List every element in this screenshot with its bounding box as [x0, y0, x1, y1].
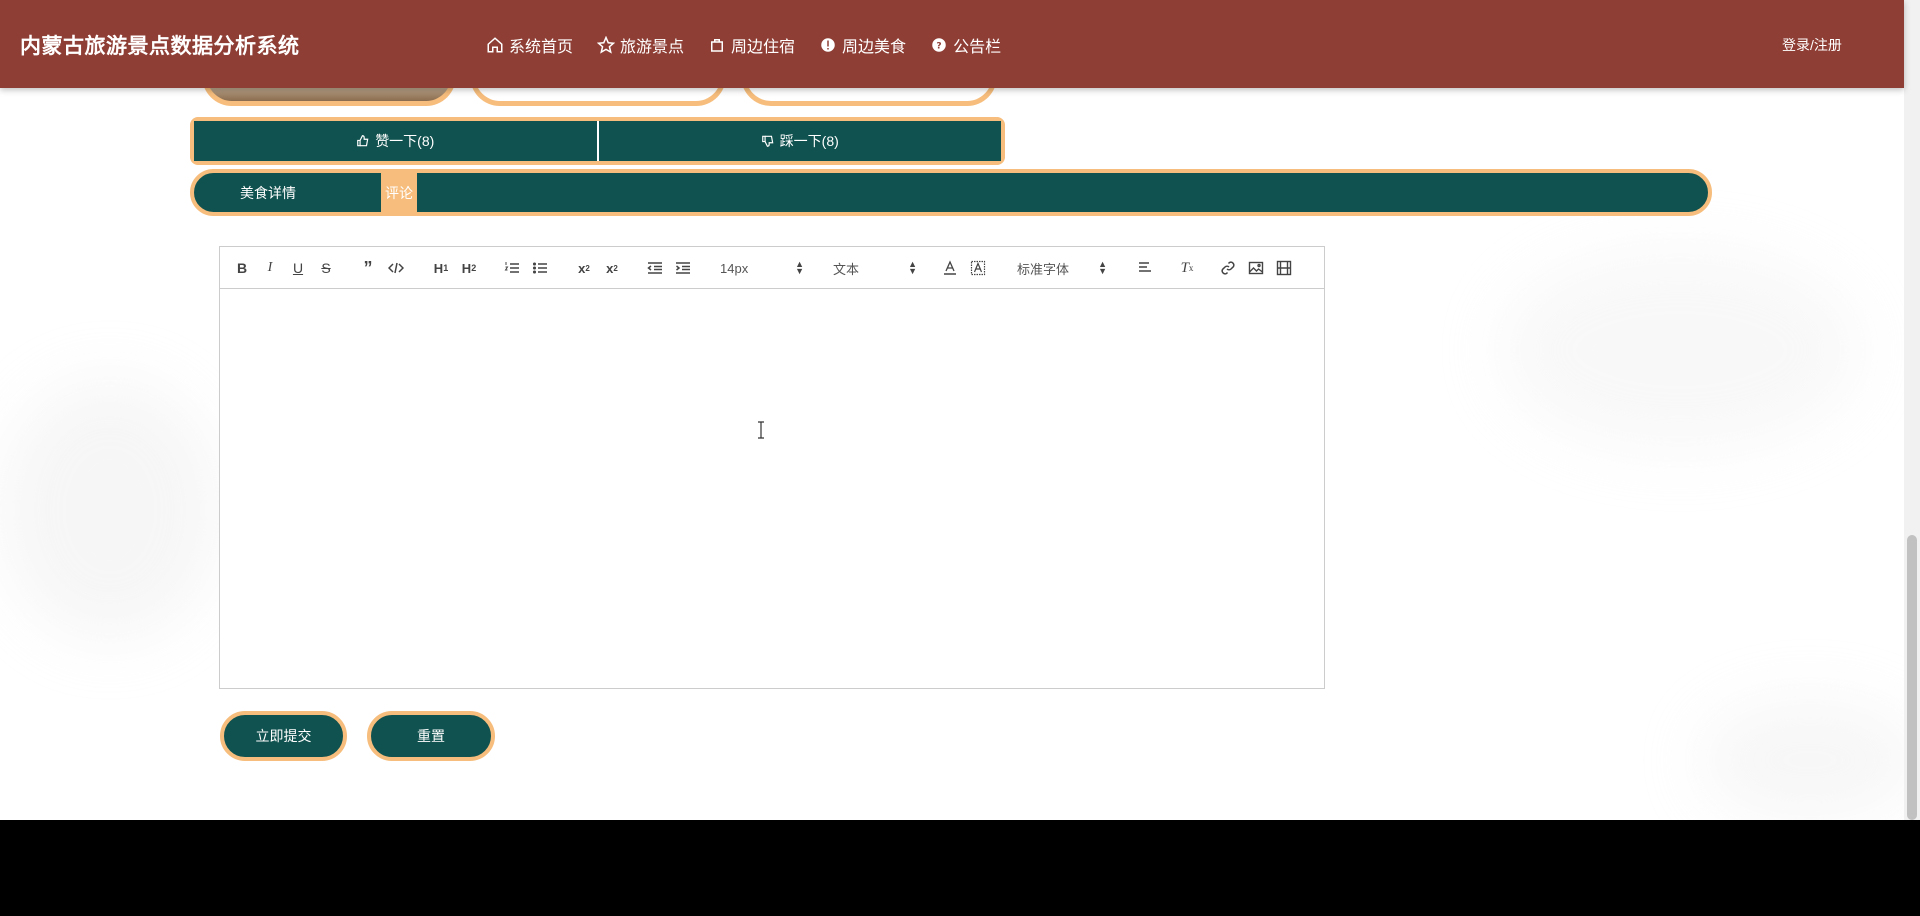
- font-size-select[interactable]: 14px ▲ ▼: [720, 259, 804, 277]
- font-family-value: 标准字体: [1017, 261, 1070, 277]
- detail-tab-bar: 美食详情 评论: [190, 169, 1712, 216]
- select-arrows-icon: ▲ ▼: [795, 259, 804, 276]
- thumbs-up-icon: [356, 134, 370, 148]
- code-block-icon[interactable]: [388, 259, 404, 277]
- header-1-icon[interactable]: H1: [431, 259, 451, 277]
- tab-food-details[interactable]: 美食详情: [240, 173, 380, 212]
- tab-comments[interactable]: 评论: [381, 173, 417, 212]
- top-navbar: 内蒙古旅游景点数据分析系统 系统首页 旅游景点 周边住宿 周边美食 ? 公告栏 …: [0, 0, 1904, 88]
- text-type-value: 文本: [833, 261, 860, 277]
- background-color-icon[interactable]: [970, 259, 986, 277]
- font-color-icon[interactable]: [942, 259, 958, 277]
- editor-content-area[interactable]: [220, 289, 1324, 689]
- outdent-icon[interactable]: [646, 259, 664, 277]
- underline-icon[interactable]: U: [290, 259, 306, 277]
- like-label: 赞一下(8): [375, 133, 435, 149]
- select-arrows-icon: ▲ ▼: [1098, 259, 1107, 276]
- vote-bar: 赞一下(8) 踩一下(8): [190, 117, 1005, 165]
- comment-editor: B I U S ” H1 H2 x2 x2 14px ▲ ▼ 文本 ▲ ▼ 标准…: [219, 246, 1325, 689]
- link-icon[interactable]: [1220, 259, 1236, 277]
- nav-label-home: 系统首页: [509, 39, 574, 56]
- login-register-link[interactable]: 登录/注册: [1782, 35, 1842, 55]
- superscript-icon[interactable]: x2: [602, 259, 622, 277]
- svg-text:?: ?: [936, 41, 941, 51]
- indent-icon[interactable]: [674, 259, 692, 277]
- submit-button[interactable]: 立即提交: [220, 711, 347, 761]
- scrollbar-thumb[interactable]: [1907, 535, 1917, 820]
- text-cursor-icon: [758, 421, 764, 439]
- italic-icon[interactable]: I: [262, 259, 278, 277]
- editor-toolbar: B I U S ” H1 H2 x2 x2 14px ▲ ▼ 文本 ▲ ▼ 标准…: [220, 247, 1324, 289]
- text-type-select[interactable]: 文本 ▲ ▼: [833, 259, 917, 277]
- align-icon[interactable]: [1137, 259, 1153, 277]
- like-button[interactable]: 赞一下(8): [194, 121, 597, 161]
- nav-label-attractions: 旅游景点: [620, 39, 685, 56]
- home-icon: [486, 36, 504, 54]
- nav-item-food[interactable]: 周边美食: [819, 33, 906, 57]
- nav-item-home[interactable]: 系统首页: [486, 33, 573, 57]
- reset-button[interactable]: 重置: [367, 711, 495, 761]
- bullet-list-icon[interactable]: [531, 259, 549, 277]
- nav-item-notice[interactable]: ? 公告栏: [930, 33, 1001, 57]
- clean-format-icon[interactable]: Tx: [1178, 259, 1196, 277]
- nav-item-attractions[interactable]: 旅游景点: [596, 33, 685, 57]
- page-scrollbar[interactable]: [1904, 0, 1920, 820]
- dislike-button[interactable]: 踩一下(8): [596, 121, 1001, 161]
- main-nav: 系统首页 旅游景点 周边住宿 周边美食 ? 公告栏: [486, 33, 1025, 57]
- font-family-select[interactable]: 标准字体 ▲ ▼: [1017, 259, 1107, 277]
- strike-icon[interactable]: S: [318, 259, 334, 277]
- blockquote-icon[interactable]: ”: [360, 258, 376, 278]
- ordered-list-icon[interactable]: [503, 259, 521, 277]
- nav-label-food: 周边美食: [842, 39, 907, 56]
- bold-icon[interactable]: B: [234, 259, 250, 277]
- info-circle-icon: [819, 36, 837, 54]
- question-circle-icon: ?: [930, 36, 948, 54]
- image-icon[interactable]: [1248, 259, 1264, 277]
- thumbs-down-icon: [761, 134, 775, 148]
- site-title: 内蒙古旅游景点数据分析系统: [20, 35, 300, 58]
- nav-item-lodging[interactable]: 周边住宿: [708, 33, 795, 57]
- font-size-value: 14px: [720, 260, 749, 276]
- subscript-icon[interactable]: x2: [574, 259, 594, 277]
- select-arrows-icon: ▲ ▼: [908, 259, 917, 276]
- star-icon: [596, 35, 616, 54]
- page-footer: [0, 820, 1920, 916]
- dislike-label: 踩一下(8): [779, 133, 839, 149]
- bag-icon: [708, 36, 726, 54]
- video-icon[interactable]: [1276, 259, 1292, 277]
- nav-label-lodging: 周边住宿: [731, 39, 796, 56]
- nav-label-notice: 公告栏: [953, 39, 1002, 56]
- header-2-icon[interactable]: H2: [459, 259, 479, 277]
